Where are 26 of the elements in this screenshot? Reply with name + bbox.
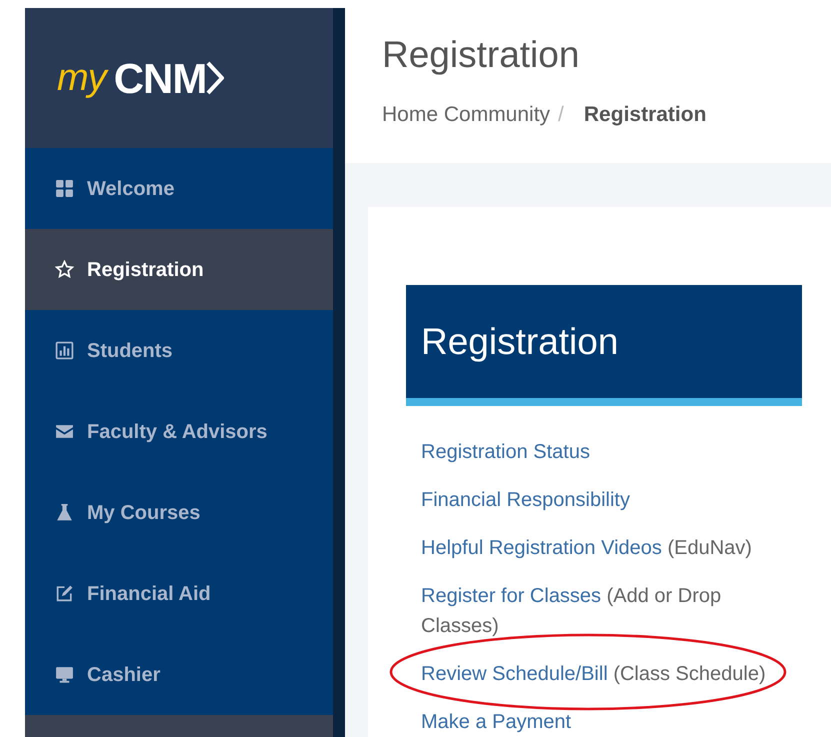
edit-icon bbox=[55, 584, 74, 603]
page-title: Registration bbox=[382, 36, 580, 73]
monitor-icon bbox=[55, 665, 74, 684]
panel-link[interactable]: Financial Responsibility bbox=[421, 489, 630, 511]
chevron-icon bbox=[206, 61, 224, 95]
panel-link[interactable]: Make a Payment bbox=[421, 711, 572, 733]
panel-link[interactable]: Helpful Registration Videos bbox=[421, 537, 662, 559]
link-description: Register for Classes (Add or Drop Classes) bbox=[421, 584, 722, 639]
breadcrumb-separator: / bbox=[558, 102, 564, 128]
envelope-icon bbox=[55, 422, 74, 441]
breadcrumb-current: Registration bbox=[584, 102, 706, 128]
panel-link[interactable]: Review Schedule/Bill bbox=[421, 663, 608, 685]
bar-chart-icon bbox=[55, 341, 74, 360]
logo-prefix: my bbox=[57, 50, 106, 106]
link-description: Review Schedule/Bill (Class Schedule) bbox=[421, 662, 767, 687]
logo[interactable]: my CNM bbox=[57, 46, 224, 110]
panel-link[interactable]: Registration Status bbox=[421, 441, 590, 463]
panel-link[interactable]: Register for Classes bbox=[421, 585, 602, 607]
panel-title: Registration bbox=[421, 320, 618, 364]
star-icon bbox=[55, 260, 74, 279]
breadcrumb-link[interactable]: Home Community bbox=[382, 99, 550, 130]
logo-wordmark: CNM bbox=[114, 54, 206, 104]
sidebar-item[interactable]: Registration bbox=[25, 229, 333, 310]
flask-icon bbox=[55, 503, 74, 522]
grid-icon bbox=[55, 179, 74, 198]
link-description: Helpful Registration Videos (EduNav) bbox=[421, 536, 753, 561]
